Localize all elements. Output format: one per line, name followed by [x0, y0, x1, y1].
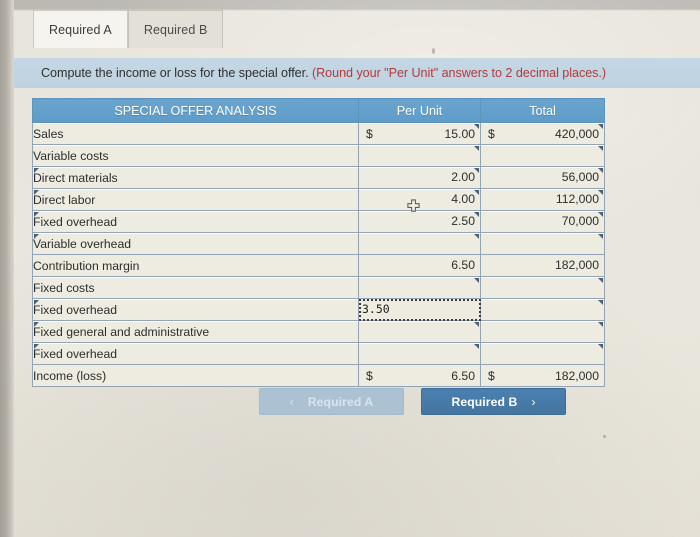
per-unit-cell[interactable] [358, 342, 481, 365]
row-label-cell[interactable]: Direct labor [32, 188, 359, 211]
special-offer-analysis-table: SPECIAL OFFER ANALYSIS Per Unit Total Sa… [32, 98, 605, 387]
row-label-cell: Contribution margin [32, 254, 359, 277]
photo-left-edge [0, 0, 14, 537]
row-label-cell[interactable]: Fixed costs [32, 276, 359, 299]
tab-bar: Required A Required B [33, 10, 224, 48]
per-unit-cell-currency-symbol: $ [366, 368, 373, 383]
table-row: Income (loss) $6.50 $182,000 [32, 364, 605, 387]
total-cell[interactable] [480, 144, 605, 167]
total-cell[interactable]: 70,000 [480, 210, 605, 233]
per-unit-cell[interactable] [358, 232, 481, 255]
table-row: Fixed overhead 2.50 70,000 [32, 210, 605, 233]
total-cell[interactable] [480, 276, 605, 299]
screenshot-page: Required A Required B Compute the income… [0, 0, 700, 537]
per-unit-cell[interactable] [358, 144, 481, 167]
table-row: Contribution margin 6.50 182,000 [32, 254, 605, 277]
table-row: Fixed general and administrative [32, 320, 605, 343]
tab-required-b-label: Required B [143, 23, 208, 37]
row-label-cell[interactable]: Fixed overhead [32, 298, 359, 321]
total-cell[interactable] [480, 342, 605, 365]
per-unit-cell-value: 4.00 [451, 192, 475, 206]
column-header-per-unit: Per Unit [358, 98, 481, 123]
column-header-total: Total [480, 98, 605, 123]
row-label-cell[interactable]: Sales [32, 122, 359, 145]
tab-required-b[interactable]: Required B [127, 10, 224, 48]
column-header-title: SPECIAL OFFER ANALYSIS [32, 98, 359, 123]
row-label-cell[interactable]: Fixed general and administrative [32, 320, 359, 343]
required-b-next-label: Required B [451, 394, 518, 409]
total-cell-value: 182,000 [554, 258, 599, 272]
tab-required-a[interactable]: Required A [33, 10, 128, 48]
table-body: Sales $15.00 $420,000 Variable costs Direct … [32, 122, 605, 387]
total-cell[interactable]: $420,000 [480, 122, 605, 145]
per-unit-cell: 6.50 [358, 254, 481, 277]
total-cell: 182,000 [480, 254, 605, 277]
photo-speck [432, 48, 435, 54]
total-cell[interactable] [480, 298, 605, 321]
total-cell[interactable] [480, 232, 605, 255]
per-unit-cell-value: 3.50 [362, 302, 390, 316]
per-unit-cell[interactable]: 4.00 [358, 188, 481, 211]
instruction-note: (Round your "Per Unit" answers to 2 deci… [311, 66, 607, 80]
per-unit-cell-value: 2.50 [451, 214, 475, 228]
chevron-left-icon: ‹ [289, 394, 294, 409]
table-row: Direct labor 4.00 112,000 [32, 188, 605, 211]
row-label-cell[interactable]: Direct materials [32, 166, 359, 189]
per-unit-cell[interactable] [358, 320, 481, 343]
row-label-cell[interactable]: Variable overhead [32, 232, 359, 255]
chevron-right-icon: › [531, 394, 536, 409]
table-header-row: SPECIAL OFFER ANALYSIS Per Unit Total [32, 98, 605, 123]
table-row: Fixed overhead 3.50 [32, 298, 605, 321]
per-unit-cell[interactable] [358, 276, 481, 299]
total-cell-currency-symbol: $ [488, 368, 495, 383]
row-label-cell: Income (loss) [32, 364, 359, 387]
row-label-cell[interactable]: Fixed overhead [32, 210, 359, 233]
required-a-prev-label: Required A [307, 394, 374, 409]
total-cell-value: 56,000 [561, 170, 599, 184]
table-row: Sales $15.00 $420,000 [32, 122, 605, 145]
table-row: Fixed overhead [32, 342, 605, 365]
per-unit-cell[interactable]: 2.00 [358, 166, 481, 189]
instruction-text: Compute the income or loss for the speci… [14, 66, 606, 80]
required-b-next-button[interactable]: Required B › [421, 388, 566, 415]
per-unit-cell-value: 6.50 [451, 258, 475, 272]
per-unit-cell-currency-symbol: $ [366, 126, 373, 141]
per-unit-cell-value: 2.00 [451, 170, 475, 184]
total-cell-value: 112,000 [555, 192, 599, 206]
instruction-main: Compute the income or loss for the speci… [41, 66, 309, 80]
per-unit-cell-value: 15.00 [444, 126, 476, 141]
table-row: Direct materials 2.00 56,000 [32, 166, 605, 189]
per-unit-cell: $6.50 [358, 364, 481, 387]
required-a-prev-button[interactable]: ‹ Required A [259, 388, 404, 415]
total-cell-value: 70,000 [561, 214, 599, 228]
table-row: Variable overhead [32, 232, 605, 255]
total-cell-value: 420,000 [554, 126, 599, 141]
table-row: Variable costs [32, 144, 605, 167]
total-cell: $182,000 [480, 364, 605, 387]
total-cell-value: 182,000 [554, 368, 599, 383]
photo-speck [603, 435, 606, 438]
per-unit-cell[interactable]: $15.00 [358, 122, 481, 145]
total-cell[interactable]: 112,000 [480, 188, 605, 211]
table-row: Fixed costs [32, 276, 605, 299]
row-label-cell[interactable]: Variable costs [32, 144, 359, 167]
total-cell[interactable]: 56,000 [480, 166, 605, 189]
per-unit-cell[interactable]: 2.50 [358, 210, 481, 233]
navigation-buttons: ‹ Required A Required B › [259, 388, 566, 415]
per-unit-cell[interactable]: 3.50 [358, 298, 481, 321]
tab-required-a-label: Required A [49, 23, 112, 37]
total-cell[interactable] [480, 320, 605, 343]
total-cell-currency-symbol: $ [488, 126, 495, 141]
per-unit-cell-value: 6.50 [451, 368, 475, 383]
row-label-cell[interactable]: Fixed overhead [32, 342, 359, 365]
instruction-bar: Compute the income or loss for the speci… [14, 58, 700, 88]
